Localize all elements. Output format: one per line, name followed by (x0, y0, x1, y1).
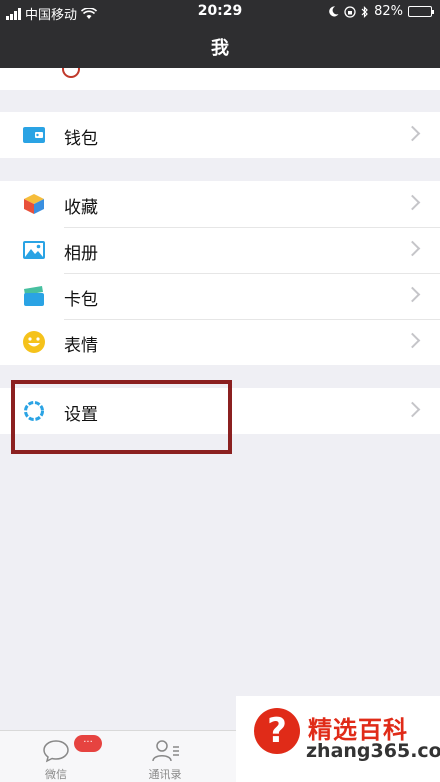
watermark-url: zhang365.com (306, 740, 440, 762)
status-bar: 中国移动 20:29 82% (0, 0, 440, 24)
scrolled-row-fragment (0, 68, 440, 90)
battery-label: 82% (374, 4, 403, 19)
highlight-annotation-box (11, 380, 232, 454)
menu-item-stickers[interactable]: 表情 (0, 319, 440, 365)
chevron-right-icon (404, 194, 421, 211)
group-collections: 收藏 相册 卡包 表情 (0, 181, 440, 365)
tab-chats[interactable]: ··· 微信 (12, 731, 102, 782)
watermark: ? 精选百科 zhang365.com (236, 696, 440, 782)
wallet-icon (23, 127, 45, 143)
battery-icon (408, 6, 434, 17)
menu-item-label: 钱包 (64, 129, 98, 149)
menu-item-label: 卡包 (64, 290, 98, 310)
menu-item-label: 表情 (64, 336, 98, 356)
menu-item-album[interactable]: 相册 (0, 227, 440, 273)
chevron-right-icon (404, 401, 421, 418)
smiley-icon (23, 331, 45, 353)
page-title: 我 (211, 38, 229, 59)
favorites-cube-icon (24, 194, 44, 214)
bluetooth-icon (361, 5, 368, 18)
chevron-right-icon (404, 240, 421, 257)
menu-item-label: 收藏 (64, 198, 98, 218)
card-pack-icon (24, 286, 44, 306)
chevron-right-icon (404, 286, 421, 303)
chat-icon (43, 740, 69, 763)
lock-rotation-icon (344, 5, 356, 18)
group-wallet: 钱包 (0, 112, 440, 158)
menu-item-card-pack[interactable]: 卡包 (0, 273, 440, 319)
moon-icon (329, 6, 339, 17)
menu-item-wallet[interactable]: 钱包 (0, 112, 440, 158)
contacts-icon (152, 740, 179, 762)
chevron-right-icon (404, 125, 421, 142)
tab-contacts[interactable]: 通讯录 (121, 731, 209, 782)
status-right: 82% (328, 4, 434, 19)
menu-item-favorites[interactable]: 收藏 (0, 181, 440, 227)
watermark-logo: ? (254, 708, 300, 754)
tab-label: 微信 (45, 768, 67, 781)
partial-icon (62, 68, 80, 78)
unread-badge: ··· (74, 735, 102, 752)
menu-item-label: 相册 (64, 244, 98, 264)
tab-label: 通讯录 (148, 768, 182, 781)
album-icon (23, 241, 45, 259)
chevron-right-icon (404, 332, 421, 349)
nav-bar: 我 (0, 24, 440, 68)
